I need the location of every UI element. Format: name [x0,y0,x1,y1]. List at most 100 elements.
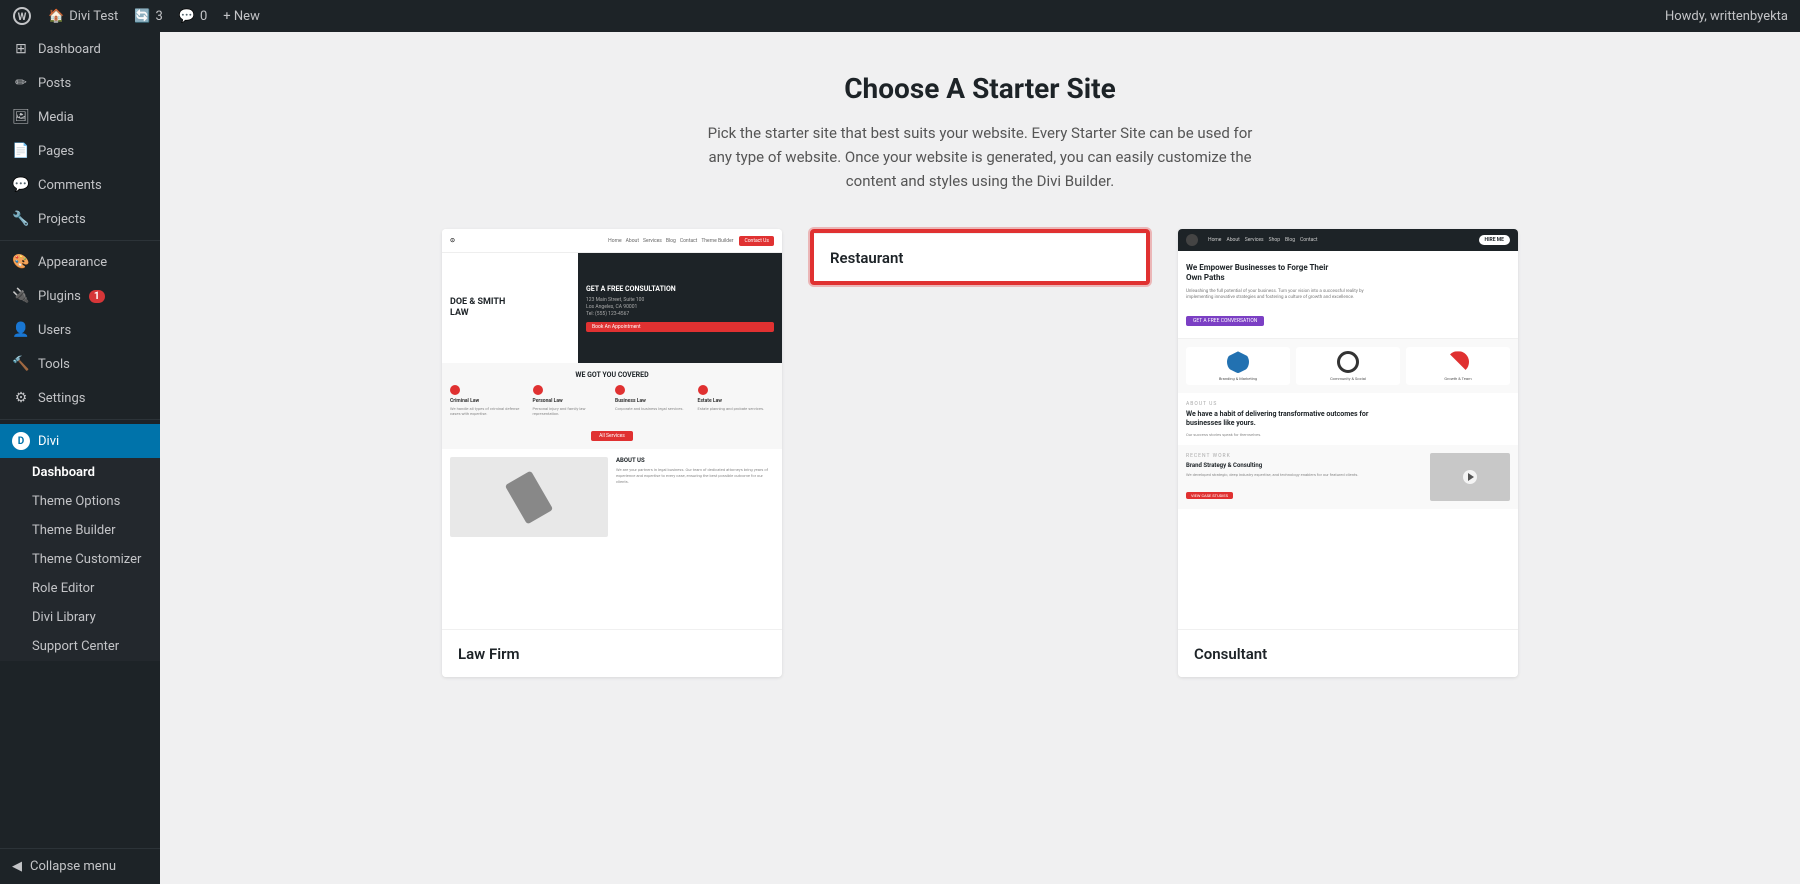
law-nav-link-1: Home [608,238,621,244]
sidebar-item-pages[interactable]: 📄 Pages [0,134,160,168]
collapse-label: Collapse menu [30,859,116,874]
law-col-title-2: Personal Law [533,398,610,404]
sidebar-item-media[interactable]: 🖼 Media [0,100,160,134]
appearance-icon: 🎨 [12,253,30,271]
law-firm-footer: Law Firm [442,629,782,677]
law-nav-link-2: About [626,238,639,244]
sidebar-label-dashboard: Dashboard [38,42,101,57]
con-service-branding: Branding & Marketing [1186,347,1290,385]
law-hero: DOE & SMITHLAW GET A FREE CONSULTATION 1… [442,253,782,363]
sidebar-sub-theme-options[interactable]: Theme Options [0,487,160,516]
sidebar-label-appearance: Appearance [38,255,107,270]
con-recent-text: RECENT WORK Brand Strategy & Consulting … [1186,453,1422,501]
howdy-text: Howdy, writtenbyekta [1665,9,1788,24]
divider-2 [0,419,160,420]
law-services-section: WE GOT YOU COVERED Criminal Law We handl… [442,363,782,449]
law-services-title: WE GOT YOU COVERED [450,371,774,379]
law-col-icon-4 [698,385,708,395]
sidebar-sub-theme-builder[interactable]: Theme Builder [0,516,160,545]
law-col-1: Criminal Law We handle all types of crim… [450,385,527,416]
law-firm-name: Law Firm [458,645,520,663]
sidebar-label-projects: Projects [38,212,86,227]
wp-logo-item[interactable]: W [12,6,32,26]
law-col-title-3: Business Law [615,398,692,404]
law-nav-links: Home About Services Blog Contact Theme B… [608,238,733,244]
collapse-menu[interactable]: ◀ Collapse menu [0,848,160,884]
law-col-4: Estate Law Estate planning and probate s… [698,385,775,416]
sidebar-label-settings: Settings [38,391,85,406]
con-nav-logo [1186,234,1198,246]
new-item[interactable]: + New [223,9,260,24]
law-nav-link-6: Theme Builder [701,238,733,244]
law-col-icon-2 [533,385,543,395]
sidebar-sub-label-theme-options: Theme Options [32,494,120,509]
con-service-label-growth: Growth & Team [1444,376,1471,381]
updates-icon: 🔄 [134,9,150,24]
law-firm-preview: ⊙ Home About Services Blog Contact Theme… [442,229,782,629]
sidebar-item-tools[interactable]: 🔨 Tools [0,347,160,381]
law-col-icon-1 [450,385,460,395]
law-col-title-1: Criminal Law [450,398,527,404]
sidebar-label-pages: Pages [38,144,74,159]
con-recent-cta: VIEW CASE STUDIES [1186,492,1233,499]
sidebar: ⊞ Dashboard ✏ Posts 🖼 Media 📄 Pages 💬 Co… [0,32,160,884]
sidebar-sub-divi-library[interactable]: Divi Library [0,603,160,632]
comments-sidebar-icon: 💬 [12,176,30,194]
sidebar-item-users[interactable]: 👤 Users [0,313,160,347]
restaurant-name: Restaurant [830,249,903,267]
sidebar-item-plugins[interactable]: 🔌 Plugins 1 [0,279,160,313]
site-name-item[interactable]: 🏠 Divi Test [48,9,118,24]
page-heading: Choose A Starter Site Pick the starter s… [220,72,1740,193]
con-nav-blog: Blog [1285,237,1295,243]
con-recent-label: RECENT WORK [1186,453,1422,459]
comments-count: 0 [200,9,207,24]
consultant-name: Consultant [1194,645,1267,663]
sidebar-sub-support-center[interactable]: Support Center [0,632,160,661]
sidebar-label-plugins: Plugins [38,289,81,304]
svg-text:W: W [18,12,27,23]
con-about-title: We have a habit of delivering transforma… [1186,410,1386,428]
sidebar-item-comments[interactable]: 💬 Comments [0,168,160,202]
con-nav-links: Home About Services Shop Blog Contact [1208,237,1318,243]
sidebar-label-comments: Comments [38,178,102,193]
sidebar-sub-theme-customizer[interactable]: Theme Customizer [0,545,160,574]
dashboard-icon: ⊞ [12,40,30,58]
con-service-icon-growth [1447,351,1469,373]
law-bottom-btn: All Services [450,422,774,441]
law-about-image [450,457,608,537]
con-service-icon-community [1337,351,1359,373]
layout: ⊞ Dashboard ✏ Posts 🖼 Media 📄 Pages 💬 Co… [0,32,1800,884]
sidebar-sub-label-dashboard: Dashboard [32,465,95,480]
con-hero-cta: GET A FREE CONVERSATION [1186,316,1264,326]
law-cols: Criminal Law We handle all types of crim… [450,385,774,416]
con-recent-image [1430,453,1510,501]
sidebar-item-projects[interactable]: 🔧 Projects [0,202,160,236]
sidebar-sub-role-editor[interactable]: Role Editor [0,574,160,603]
law-col-2: Personal Law Personal injury and family … [533,385,610,416]
law-col-title-4: Estate Law [698,398,775,404]
sidebar-item-appearance[interactable]: 🎨 Appearance [0,245,160,279]
law-hero-right-title: GET A FREE CONSULTATION [586,285,774,293]
law-col-text-2: Personal injury and family law represent… [533,406,610,416]
sidebar-item-dashboard[interactable]: ⊞ Dashboard [0,32,160,66]
new-label: + New [223,9,260,24]
site-card-law-firm: ⊙ Home About Services Blog Contact Theme… [442,229,782,677]
sidebar-sub-label-divi-library: Divi Library [32,610,96,625]
updates-item[interactable]: 🔄 3 [134,9,163,24]
sidebar-item-posts[interactable]: ✏ Posts [0,66,160,100]
consultant-footer: Consultant [1178,629,1518,677]
home-icon: 🏠 [48,9,64,24]
comments-item[interactable]: 💬 0 [179,9,208,24]
law-col-text-1: We handle all types of criminal defense … [450,406,527,416]
con-nav-about: About [1226,237,1239,243]
restaurant-footer: Restaurant [814,233,1146,281]
con-about-label: ABOUT US [1186,401,1510,407]
sidebar-item-divi[interactable]: D Divi [0,424,160,458]
sidebar-sub-divi-dashboard[interactable]: Dashboard [0,458,160,487]
con-nav-shop: Shop [1269,237,1280,243]
sidebar-item-settings[interactable]: ⚙ Settings [0,381,160,415]
wp-icon: W [12,6,32,26]
con-service-label-branding: Branding & Marketing [1219,376,1257,381]
comments-icon: 💬 [179,9,195,24]
sidebar-label-tools: Tools [38,357,70,372]
